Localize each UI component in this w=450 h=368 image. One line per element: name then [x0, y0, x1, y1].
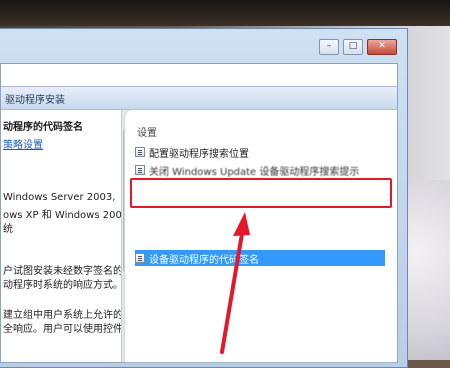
description-line: ows XP 和 Windows 2000 — [3, 210, 121, 221]
policy-title: 动程序的代码签名 — [3, 122, 83, 133]
description-line: 动程序时系统的响应方式。 — [3, 280, 121, 291]
window-client-area: 驱动程序安装 动程序的代码签名 策略设置 Windows Server 2003… — [0, 63, 398, 363]
description-line: 统 — [3, 224, 13, 235]
settings-item-code-signing[interactable]: 设备驱动程序的代码签名 — [135, 250, 385, 266]
settings-item-search-location[interactable]: 配置驱动程序搜索位置 — [135, 144, 249, 160]
desktop-top-strip — [0, 0, 450, 26]
minimize-button[interactable]: – — [319, 39, 339, 55]
edit-policy-link[interactable]: 策略设置 — [3, 136, 43, 151]
close-button[interactable]: ✕ — [367, 39, 397, 55]
description-line: Windows Server 2003, — [3, 192, 116, 203]
section-heading: 驱动程序安装 — [5, 95, 65, 106]
settings-list-pane: 设置 配置驱动程序搜索位置 关闭 Windows Update 设备驱动程序搜索… — [125, 110, 397, 362]
policy-setting-icon — [135, 253, 145, 263]
description-line: 户试图安装未经数字签名的 — [3, 266, 121, 277]
settings-item-label: 关闭 Windows Update 设备驱动程序搜索提示 — [149, 166, 360, 178]
description-line: 建立组中用户系统上允许的 — [3, 310, 121, 321]
policy-setting-icon — [135, 165, 145, 175]
annotation-highlight-box — [130, 178, 392, 208]
description-line: 全响应。用户可以使用控件 — [3, 324, 121, 335]
section-heading-bar: 驱动程序安装 — [1, 86, 397, 110]
settings-item-label: 配置驱动程序搜索位置 — [149, 148, 249, 160]
description-pane: 动程序的代码签名 策略设置 Windows Server 2003, ows X… — [1, 110, 121, 362]
maximize-button[interactable]: □ — [343, 39, 363, 55]
policy-setting-icon — [135, 147, 145, 157]
settings-item-windows-update-prompt[interactable]: 关闭 Windows Update 设备驱动程序搜索提示 — [135, 162, 359, 178]
settings-column-header[interactable]: 设置 — [137, 124, 157, 139]
window-controls: – □ ✕ — [319, 39, 397, 55]
settings-item-label: 设备驱动程序的代码签名 — [149, 254, 259, 266]
